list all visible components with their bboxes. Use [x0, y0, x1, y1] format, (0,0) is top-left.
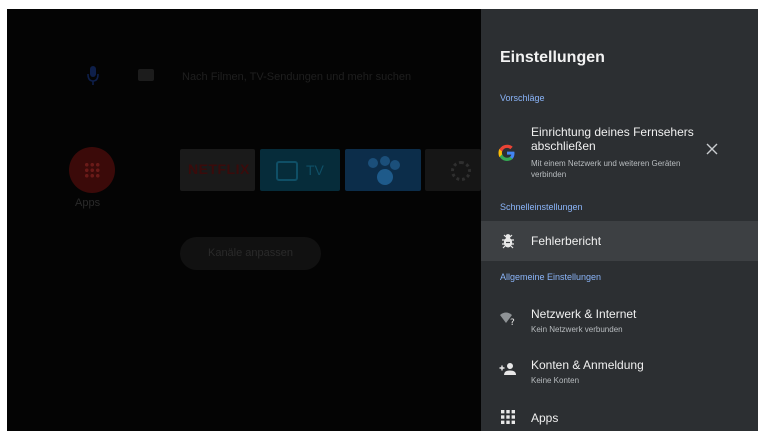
settings-panel: Einstellungen Vorschläge Einrichtung dei… [481, 9, 758, 431]
game-tile[interactable] [345, 149, 421, 191]
network-internet-label: Netzwerk & Internet [531, 307, 637, 321]
apps-settings-label: Apps [531, 411, 559, 425]
add-account-icon [499, 363, 516, 375]
google-g-icon [498, 144, 515, 161]
keyboard-icon[interactable] [138, 69, 154, 81]
accounts-signin-status: Keine Konten [531, 376, 580, 385]
settings-tile[interactable] [425, 149, 481, 191]
suggestion-subtitle-line2: verbinden [531, 170, 567, 179]
suggestion-subtitle-line1: Mit einem Netzwerk und weiteren Geräten [531, 159, 681, 168]
bug-icon [502, 234, 514, 249]
section-general-settings: Allgemeine Einstellungen [500, 272, 602, 282]
netflix-tile[interactable]: NETFLIX [180, 149, 255, 191]
section-suggestions: Vorschläge [500, 93, 545, 103]
suggestion-title-line2: abschließen [531, 139, 596, 153]
customize-channels-button[interactable]: Kanäle anpassen [180, 237, 321, 270]
wifi-question-icon: ? [500, 312, 515, 326]
netflix-logo: NETFLIX [188, 161, 250, 177]
suggestion-title-line1: Einrichtung deines Fernsehers [531, 125, 694, 139]
tv-icon [276, 161, 298, 181]
home-screen-dimmed: Nach Filmen, TV-Sendungen und mehr suche… [7, 9, 481, 431]
accounts-signin-label: Konten & Anmeldung [531, 358, 644, 372]
microphone-icon[interactable] [86, 65, 100, 87]
apps-grid-icon [84, 162, 100, 178]
apps-launcher-button[interactable] [69, 147, 115, 193]
apps-launcher-label: Apps [75, 197, 101, 209]
dismiss-close-icon[interactable] [706, 143, 718, 155]
settings-title: Einstellungen [500, 49, 605, 66]
section-quick-settings: Schnelleinstellungen [500, 202, 583, 212]
bugreport-label: Fehlerbericht [531, 234, 602, 248]
tv-tile-label: TV [306, 162, 324, 178]
bugreport-row-focused[interactable]: Fehlerbericht [481, 221, 758, 261]
customize-channels-label: Kanäle anpassen [207, 247, 293, 259]
network-internet-status: Kein Netzwerk verbunden [531, 325, 623, 334]
search-placeholder[interactable]: Nach Filmen, TV-Sendungen und mehr suche… [182, 71, 411, 83]
svg-text:?: ? [510, 318, 515, 326]
apps-grid-icon [501, 410, 515, 424]
tv-screen: Nach Filmen, TV-Sendungen und mehr suche… [7, 9, 758, 431]
gear-icon [451, 161, 471, 181]
paw-icon [368, 156, 400, 185]
live-tv-tile[interactable]: TV [260, 149, 340, 191]
